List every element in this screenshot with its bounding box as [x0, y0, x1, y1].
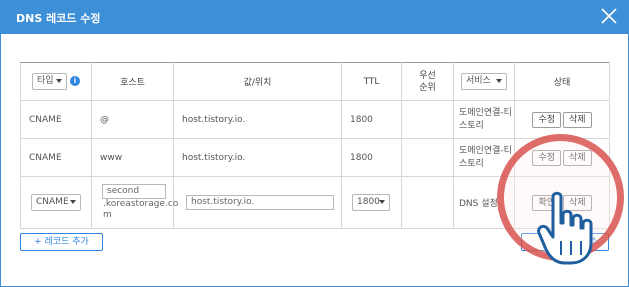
chevron-down-icon: [496, 79, 502, 83]
dialog-titlebar: DNS 레코드 수정: [0, 0, 629, 34]
close-icon[interactable]: [599, 6, 619, 26]
value-header: 값/위치: [173, 62, 342, 101]
add-record-button[interactable]: + 레코드 추가: [20, 233, 103, 251]
record-ttl: 1800: [341, 138, 402, 177]
record-host: www: [91, 138, 174, 177]
record-ttl: 1800: [341, 100, 402, 139]
record-type: CNAME: [20, 100, 92, 139]
service-filter-select[interactable]: 서비스: [461, 73, 507, 90]
type-header: 타입 i: [20, 62, 92, 101]
type-select[interactable]: CNAME: [31, 194, 81, 211]
record-host: @: [91, 100, 174, 139]
table-row: CNAME @ host.tistory.io. 1800 도메인연결-티 스토…: [20, 100, 610, 139]
table-header-row: 타입 i 호스트 값/위치 TTL 우선 순위 서비스 상태: [20, 62, 610, 101]
edit-ttl-cell: 1800: [341, 176, 402, 229]
chevron-down-icon: [379, 200, 385, 204]
chevron-down-icon: [70, 200, 76, 204]
record-value: host.tistory.io.: [173, 100, 342, 139]
edit-host-cell: second .koreastorage.co m: [91, 176, 179, 229]
priority-header: 우선 순위: [401, 62, 454, 101]
info-icon[interactable]: i: [70, 75, 80, 86]
value-input[interactable]: host.tistory.io.: [186, 195, 334, 210]
record-priority: [401, 100, 454, 139]
record-value: host.tistory.io.: [173, 138, 342, 177]
pointer-hand-icon: [537, 191, 593, 265]
host-header: 호스트: [91, 62, 174, 101]
delete-button[interactable]: 삭제: [563, 111, 592, 128]
chevron-down-icon: [56, 79, 62, 83]
record-priority: [401, 138, 454, 177]
dialog-title: DNS 레코드 수정: [16, 12, 101, 25]
edit-priority-cell: [401, 176, 454, 229]
ttl-select[interactable]: 1800: [352, 194, 390, 211]
host-input[interactable]: second: [102, 184, 166, 199]
edit-value-cell: host.tistory.io.: [173, 176, 342, 229]
edit-button[interactable]: 수정: [532, 111, 561, 128]
record-type: CNAME: [20, 138, 92, 177]
ttl-header: TTL: [341, 62, 402, 101]
record-actions: 수정 삭제: [514, 100, 610, 139]
record-service: 도메인연결-티 스토리: [453, 100, 515, 139]
host-input-overflow: .koreastorage.co m: [103, 199, 179, 220]
edit-type-cell: CNAME: [20, 176, 92, 229]
type-filter-select[interactable]: 타입: [32, 73, 67, 90]
service-header: 서비스: [453, 62, 515, 101]
status-header: 상태: [514, 62, 610, 101]
